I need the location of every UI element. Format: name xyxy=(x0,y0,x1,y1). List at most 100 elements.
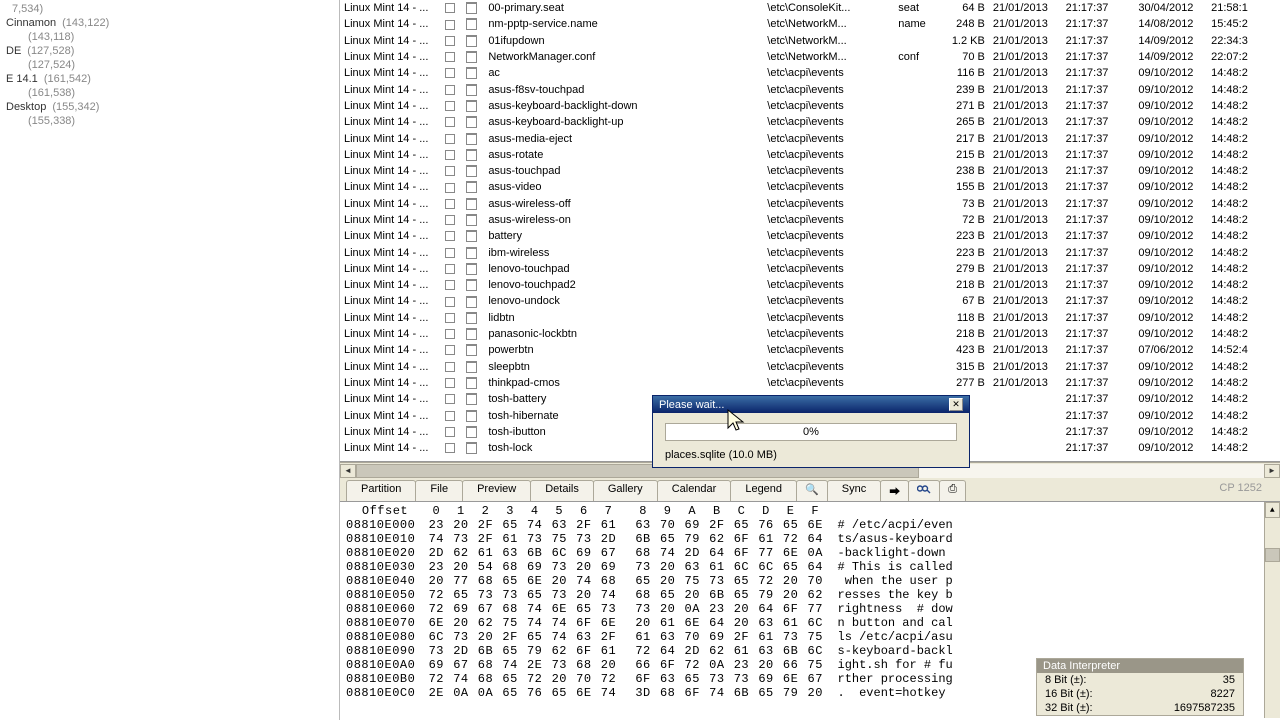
hex-byte[interactable]: 6F xyxy=(778,602,803,616)
file-grid[interactable]: Linux Mint 14 - ...00-primary.seat\etc\C… xyxy=(340,0,1280,462)
hex-byte[interactable]: 63 xyxy=(631,518,656,532)
hex-byte[interactable]: 73 xyxy=(729,672,754,686)
hex-byte[interactable]: 6E xyxy=(778,546,803,560)
sidebar-item[interactable]: Desktop(155,342) xyxy=(4,100,335,114)
hex-row[interactable]: 08810E040207768656E207468652075736572207… xyxy=(346,574,1274,588)
hex-byte[interactable]: 2D xyxy=(424,546,449,560)
hex-byte[interactable]: 23 xyxy=(705,602,730,616)
hex-byte[interactable]: 6B xyxy=(705,588,730,602)
hex-byte[interactable]: 6F xyxy=(572,644,597,658)
hex-byte[interactable]: 68 xyxy=(655,686,680,700)
hex-byte[interactable]: 63 xyxy=(572,630,597,644)
hex-byte[interactable]: 68 xyxy=(596,574,621,588)
hex-byte[interactable]: 74 xyxy=(522,602,547,616)
hex-byte[interactable]: 69 xyxy=(596,560,621,574)
hex-byte[interactable]: 61 xyxy=(705,560,730,574)
hex-byte[interactable]: 62 xyxy=(449,546,474,560)
hex-byte[interactable]: 63 xyxy=(754,616,779,630)
hex-byte[interactable]: 61 xyxy=(655,616,680,630)
hex-byte[interactable]: 73 xyxy=(473,588,498,602)
table-row[interactable]: Linux Mint 14 - ...panasonic-lockbtn\etc… xyxy=(340,326,1280,342)
hex-byte[interactable]: 2F xyxy=(473,532,498,546)
hex-ascii[interactable]: # /etc/acpi/even xyxy=(838,518,953,532)
hex-byte[interactable]: 6F xyxy=(655,658,680,672)
hex-byte[interactable]: 23 xyxy=(729,658,754,672)
hex-byte[interactable]: 73 xyxy=(424,644,449,658)
hex-byte[interactable]: 76 xyxy=(754,518,779,532)
hex-byte[interactable]: 65 xyxy=(498,574,523,588)
hex-byte[interactable]: 6C xyxy=(424,630,449,644)
hex-byte[interactable]: 65 xyxy=(498,672,523,686)
hex-byte[interactable]: 75 xyxy=(803,630,828,644)
hex-byte[interactable]: 72 xyxy=(424,602,449,616)
table-row[interactable]: Linux Mint 14 - ...asus-f8sv-touchpad\et… xyxy=(340,81,1280,97)
hex-byte[interactable]: 73 xyxy=(547,658,572,672)
table-row[interactable]: Linux Mint 14 - ...ac\etc\acpi\events116… xyxy=(340,65,1280,81)
hex-byte[interactable]: 65 xyxy=(547,686,572,700)
hex-byte[interactable]: 6C xyxy=(729,560,754,574)
hex-vertical-scrollbar[interactable]: ▲ xyxy=(1264,502,1280,718)
hex-byte[interactable]: 61 xyxy=(729,644,754,658)
hex-byte[interactable]: 61 xyxy=(498,532,523,546)
hex-byte[interactable]: 73 xyxy=(631,602,656,616)
hex-byte[interactable]: 66 xyxy=(631,658,656,672)
hex-byte[interactable]: 64 xyxy=(803,560,828,574)
hex-byte[interactable]: 6E xyxy=(596,616,621,630)
hex-byte[interactable]: 20 xyxy=(424,574,449,588)
hex-byte[interactable]: 74 xyxy=(424,532,449,546)
hex-byte[interactable]: 65 xyxy=(522,630,547,644)
table-row[interactable]: Linux Mint 14 - ...powerbtn\etc\acpi\eve… xyxy=(340,342,1280,358)
scroll-thumb[interactable] xyxy=(1265,548,1280,562)
hex-byte[interactable]: 79 xyxy=(778,686,803,700)
hex-byte[interactable]: 79 xyxy=(680,532,705,546)
hex-byte[interactable]: 76 xyxy=(522,686,547,700)
hex-byte[interactable]: 75 xyxy=(680,574,705,588)
hex-row[interactable]: 08810E0202D6261636B6C696768742D646F776E0… xyxy=(346,546,1274,560)
dialog-titlebar[interactable]: Please wait... ✕ xyxy=(653,396,969,413)
hex-byte[interactable]: 72 xyxy=(680,658,705,672)
hex-byte[interactable]: 6B xyxy=(631,532,656,546)
hex-byte[interactable]: 68 xyxy=(473,658,498,672)
hex-byte[interactable]: 72 xyxy=(778,532,803,546)
hex-byte[interactable]: 63 xyxy=(498,546,523,560)
hex-byte[interactable]: 62 xyxy=(473,616,498,630)
goto-icon[interactable]: ⮕ xyxy=(880,480,909,501)
hex-ascii[interactable]: -backlight-down xyxy=(838,546,953,560)
hex-byte[interactable]: 20 xyxy=(449,518,474,532)
hex-byte[interactable]: 61 xyxy=(754,532,779,546)
hex-byte[interactable]: 20 xyxy=(449,560,474,574)
close-icon[interactable]: ✕ xyxy=(949,398,963,411)
hex-byte[interactable]: 20 xyxy=(631,616,656,630)
hex-byte[interactable]: 74 xyxy=(522,616,547,630)
hex-byte[interactable]: 72 xyxy=(424,588,449,602)
hex-byte[interactable]: 2D xyxy=(449,644,474,658)
hex-byte[interactable]: 2F xyxy=(705,518,730,532)
table-row[interactable]: Linux Mint 14 - ...lenovo-touchpad2\etc\… xyxy=(340,277,1280,293)
hex-ascii[interactable]: ts/asus-keyboard xyxy=(838,532,953,546)
hex-byte[interactable]: 20 xyxy=(729,616,754,630)
hex-row[interactable]: 08810E0706E20627574746F6E20616E642063616… xyxy=(346,616,1274,630)
hex-byte[interactable]: 6F xyxy=(680,686,705,700)
hex-byte[interactable]: 65 xyxy=(729,574,754,588)
hex-byte[interactable]: 20 xyxy=(655,560,680,574)
hex-byte[interactable]: 67 xyxy=(803,672,828,686)
table-row[interactable]: Linux Mint 14 - ...asus-media-eject\etc\… xyxy=(340,130,1280,146)
hex-byte[interactable]: 6F xyxy=(572,616,597,630)
hex-byte[interactable]: 6B xyxy=(473,644,498,658)
tab-gallery[interactable]: Gallery xyxy=(593,480,658,501)
hex-byte[interactable]: 75 xyxy=(547,532,572,546)
hex-byte[interactable]: 20 xyxy=(473,630,498,644)
table-row[interactable]: Linux Mint 14 - ...asus-video\etc\acpi\e… xyxy=(340,179,1280,195)
hex-ascii[interactable]: n button and cal xyxy=(838,616,953,630)
table-row[interactable]: Linux Mint 14 - ...asus-rotate\etc\acpi\… xyxy=(340,147,1280,163)
hex-byte[interactable]: 6B xyxy=(778,644,803,658)
sidebar-item[interactable]: (127,524) xyxy=(4,58,335,72)
hex-byte[interactable]: 73 xyxy=(705,574,730,588)
hex-byte[interactable]: 74 xyxy=(547,630,572,644)
sidebar-item[interactable]: DE(127,528) xyxy=(4,44,335,58)
hex-byte[interactable]: 63 xyxy=(655,630,680,644)
hex-byte[interactable]: 65 xyxy=(655,532,680,546)
table-row[interactable]: Linux Mint 14 - ...asus-wireless-on\etc\… xyxy=(340,212,1280,228)
hex-byte[interactable]: 73 xyxy=(498,588,523,602)
hex-byte[interactable]: 6C xyxy=(803,644,828,658)
